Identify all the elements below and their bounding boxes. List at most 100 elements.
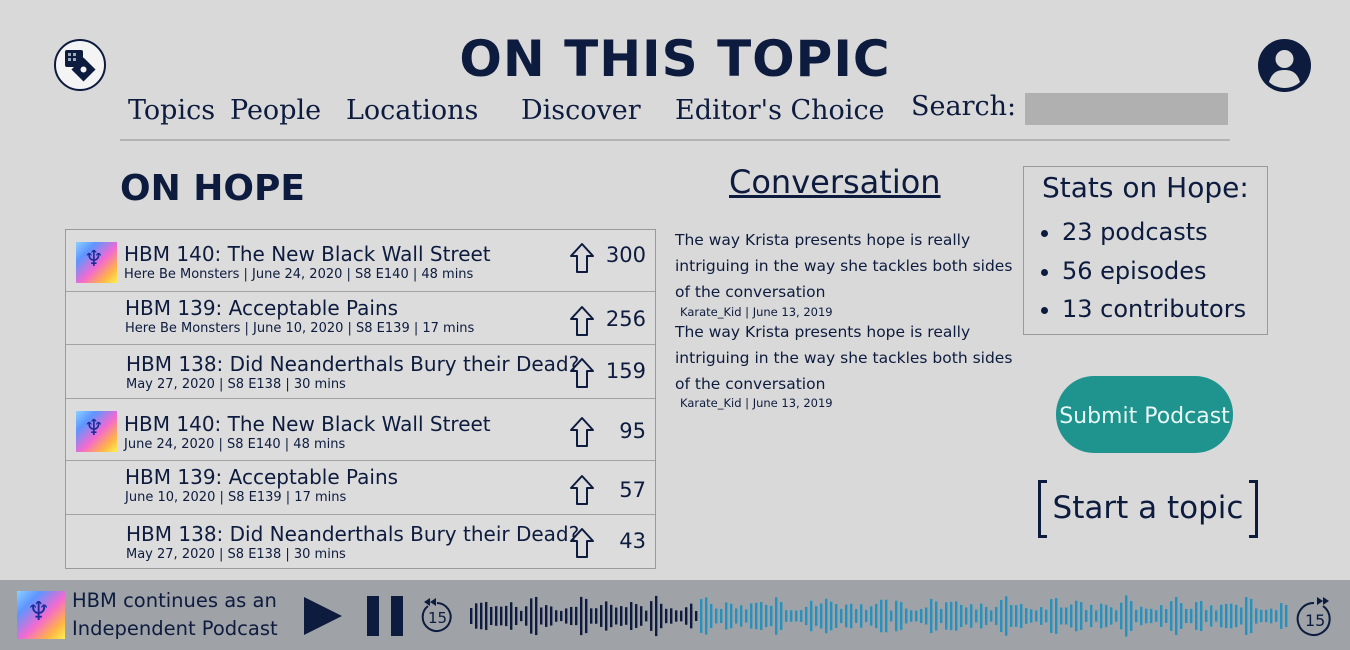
waveform-bar — [1225, 603, 1228, 629]
nav-editors-choice[interactable]: Editor's Choice — [675, 95, 885, 126]
episode-title[interactable]: HBM 140: The New Black Wall Street — [124, 242, 491, 266]
waveform-bar — [1010, 605, 1013, 627]
waveform-bar — [605, 601, 608, 631]
waveform-bar — [825, 598, 828, 634]
waveform-bar — [775, 597, 778, 635]
waveform-bar — [1100, 603, 1103, 629]
waveform-bar — [1235, 604, 1238, 628]
episode-meta: Here Be Monsters | June 24, 2020 | S8 E1… — [124, 267, 474, 282]
waveform-bar — [1245, 596, 1248, 636]
waveform-bar — [1260, 609, 1263, 623]
waveform-bar — [985, 607, 988, 625]
waveform-bar — [1140, 606, 1143, 626]
waveform-bar — [630, 602, 633, 630]
episode-row[interactable]: HBM 139: Acceptable Pains June 10, 2020 … — [66, 460, 655, 514]
episode-row[interactable]: HBM 138: Did Neanderthals Bury their Dea… — [66, 344, 655, 398]
episode-title[interactable]: HBM 140: The New Black Wall Street — [124, 412, 491, 436]
episode-title[interactable]: HBM 138: Did Neanderthals Bury their Dea… — [126, 352, 579, 376]
waveform-bar — [505, 605, 508, 627]
episode-title[interactable]: HBM 139: Acceptable Pains — [125, 296, 398, 320]
waveform-bar — [880, 599, 883, 633]
waveform-bar — [1050, 599, 1053, 633]
waveform-scrubber[interactable] — [470, 592, 1290, 640]
play-icon[interactable] — [302, 596, 344, 636]
waveform-bar — [560, 610, 563, 622]
waveform-bar — [920, 608, 923, 624]
episode-title[interactable]: HBM 139: Acceptable Pains — [125, 465, 398, 489]
waveform-bar — [1095, 610, 1098, 622]
nav-people[interactable]: People — [230, 95, 321, 126]
waveform-bar — [785, 610, 788, 622]
waveform-bar — [590, 608, 593, 624]
waveform-bar — [965, 607, 968, 625]
waveform-bar — [485, 601, 488, 631]
waveform-bar — [570, 606, 573, 626]
podcast-logo-icon: ♆ — [84, 247, 104, 272]
episode-row[interactable]: HBM 139: Acceptable Pains Here Be Monste… — [66, 291, 655, 344]
skip-back-15-button[interactable]: 15 — [418, 596, 456, 636]
nav-locations[interactable]: Locations — [346, 95, 478, 126]
waveform-bar — [1015, 605, 1018, 627]
waveform-bar — [925, 607, 928, 625]
waveform-bar — [1075, 600, 1078, 632]
start-topic-button[interactable]: Start a topic — [1036, 480, 1260, 540]
waveform-bar — [655, 595, 658, 637]
vote-count: 159 — [605, 359, 646, 383]
upvote-arrow-icon[interactable] — [569, 474, 595, 506]
episode-meta: June 10, 2020 | S8 E139 | 17 mins — [125, 490, 347, 505]
waveform-bar — [905, 608, 908, 624]
waveform-bar — [625, 607, 628, 625]
comment-text: The way Krista presents hope is really i… — [675, 231, 1013, 301]
account-button[interactable] — [1258, 39, 1311, 92]
waveform-bar — [600, 605, 603, 627]
upvote-arrow-icon[interactable] — [569, 416, 595, 448]
episode-row[interactable]: ♆ HBM 140: The New Black Wall Street Jun… — [66, 398, 655, 460]
waveform-bar — [545, 605, 548, 627]
upvote-arrow-icon[interactable] — [569, 305, 595, 337]
waveform-bar — [760, 602, 763, 630]
waveform-bar — [860, 604, 863, 628]
waveform-bar — [1160, 605, 1163, 627]
waveform-bar — [1215, 610, 1218, 622]
episode-row[interactable]: ♆ HBM 140: The New Black Wall Street Her… — [66, 230, 655, 291]
waveform-bar — [995, 606, 998, 626]
waveform-bar — [510, 602, 513, 630]
waveform-bar — [1270, 608, 1273, 624]
waveform-bar — [1175, 596, 1178, 636]
comment-meta: Karate_Kid | June 13, 2019 — [680, 396, 833, 410]
waveform-bar — [950, 601, 953, 631]
waveform-bar — [670, 608, 673, 624]
waveform-bar — [835, 604, 838, 628]
waveform-bar — [960, 604, 963, 628]
nav-topics[interactable]: Topics — [128, 95, 215, 126]
upvote-arrow-icon[interactable] — [569, 242, 595, 274]
waveform-bar — [550, 606, 553, 626]
upvote-arrow-icon[interactable] — [569, 357, 595, 389]
skip-forward-15-button[interactable]: 15 — [1293, 594, 1335, 638]
waveform-bar — [1250, 599, 1253, 633]
conversation-heading[interactable]: Conversation — [729, 163, 941, 201]
vote-count: 57 — [619, 478, 646, 502]
site-title: ON THIS TOPIC — [459, 30, 891, 88]
now-playing-thumbnail: ♆ — [17, 591, 65, 639]
waveform-bar — [1145, 608, 1148, 624]
waveform-bar — [850, 603, 853, 629]
episode-title[interactable]: HBM 138: Did Neanderthals Bury their Dea… — [126, 522, 579, 546]
waveform-bar — [610, 604, 613, 628]
pause-icon[interactable] — [366, 596, 404, 636]
waveform-bar — [640, 606, 643, 626]
waveform-bar — [555, 610, 558, 622]
search-input[interactable] — [1025, 93, 1228, 125]
waveform-bar — [830, 601, 833, 631]
upvote-arrow-icon[interactable] — [569, 527, 595, 559]
submit-podcast-button[interactable]: Submit Podcast — [1056, 376, 1233, 453]
waveform-bar — [805, 606, 808, 626]
episode-meta: May 27, 2020 | S8 E138 | 30 mins — [126, 377, 346, 392]
waveform-bar — [1030, 609, 1033, 623]
waveform-bar — [945, 602, 948, 630]
nav-discover[interactable]: Discover — [521, 95, 641, 126]
stats-box: Stats on Hope: 23 podcasts 56 episodes 1… — [1023, 166, 1268, 335]
episode-row[interactable]: HBM 138: Did Neanderthals Bury their Dea… — [66, 514, 655, 568]
waveform-bar — [740, 605, 743, 627]
waveform-bar — [540, 607, 543, 625]
